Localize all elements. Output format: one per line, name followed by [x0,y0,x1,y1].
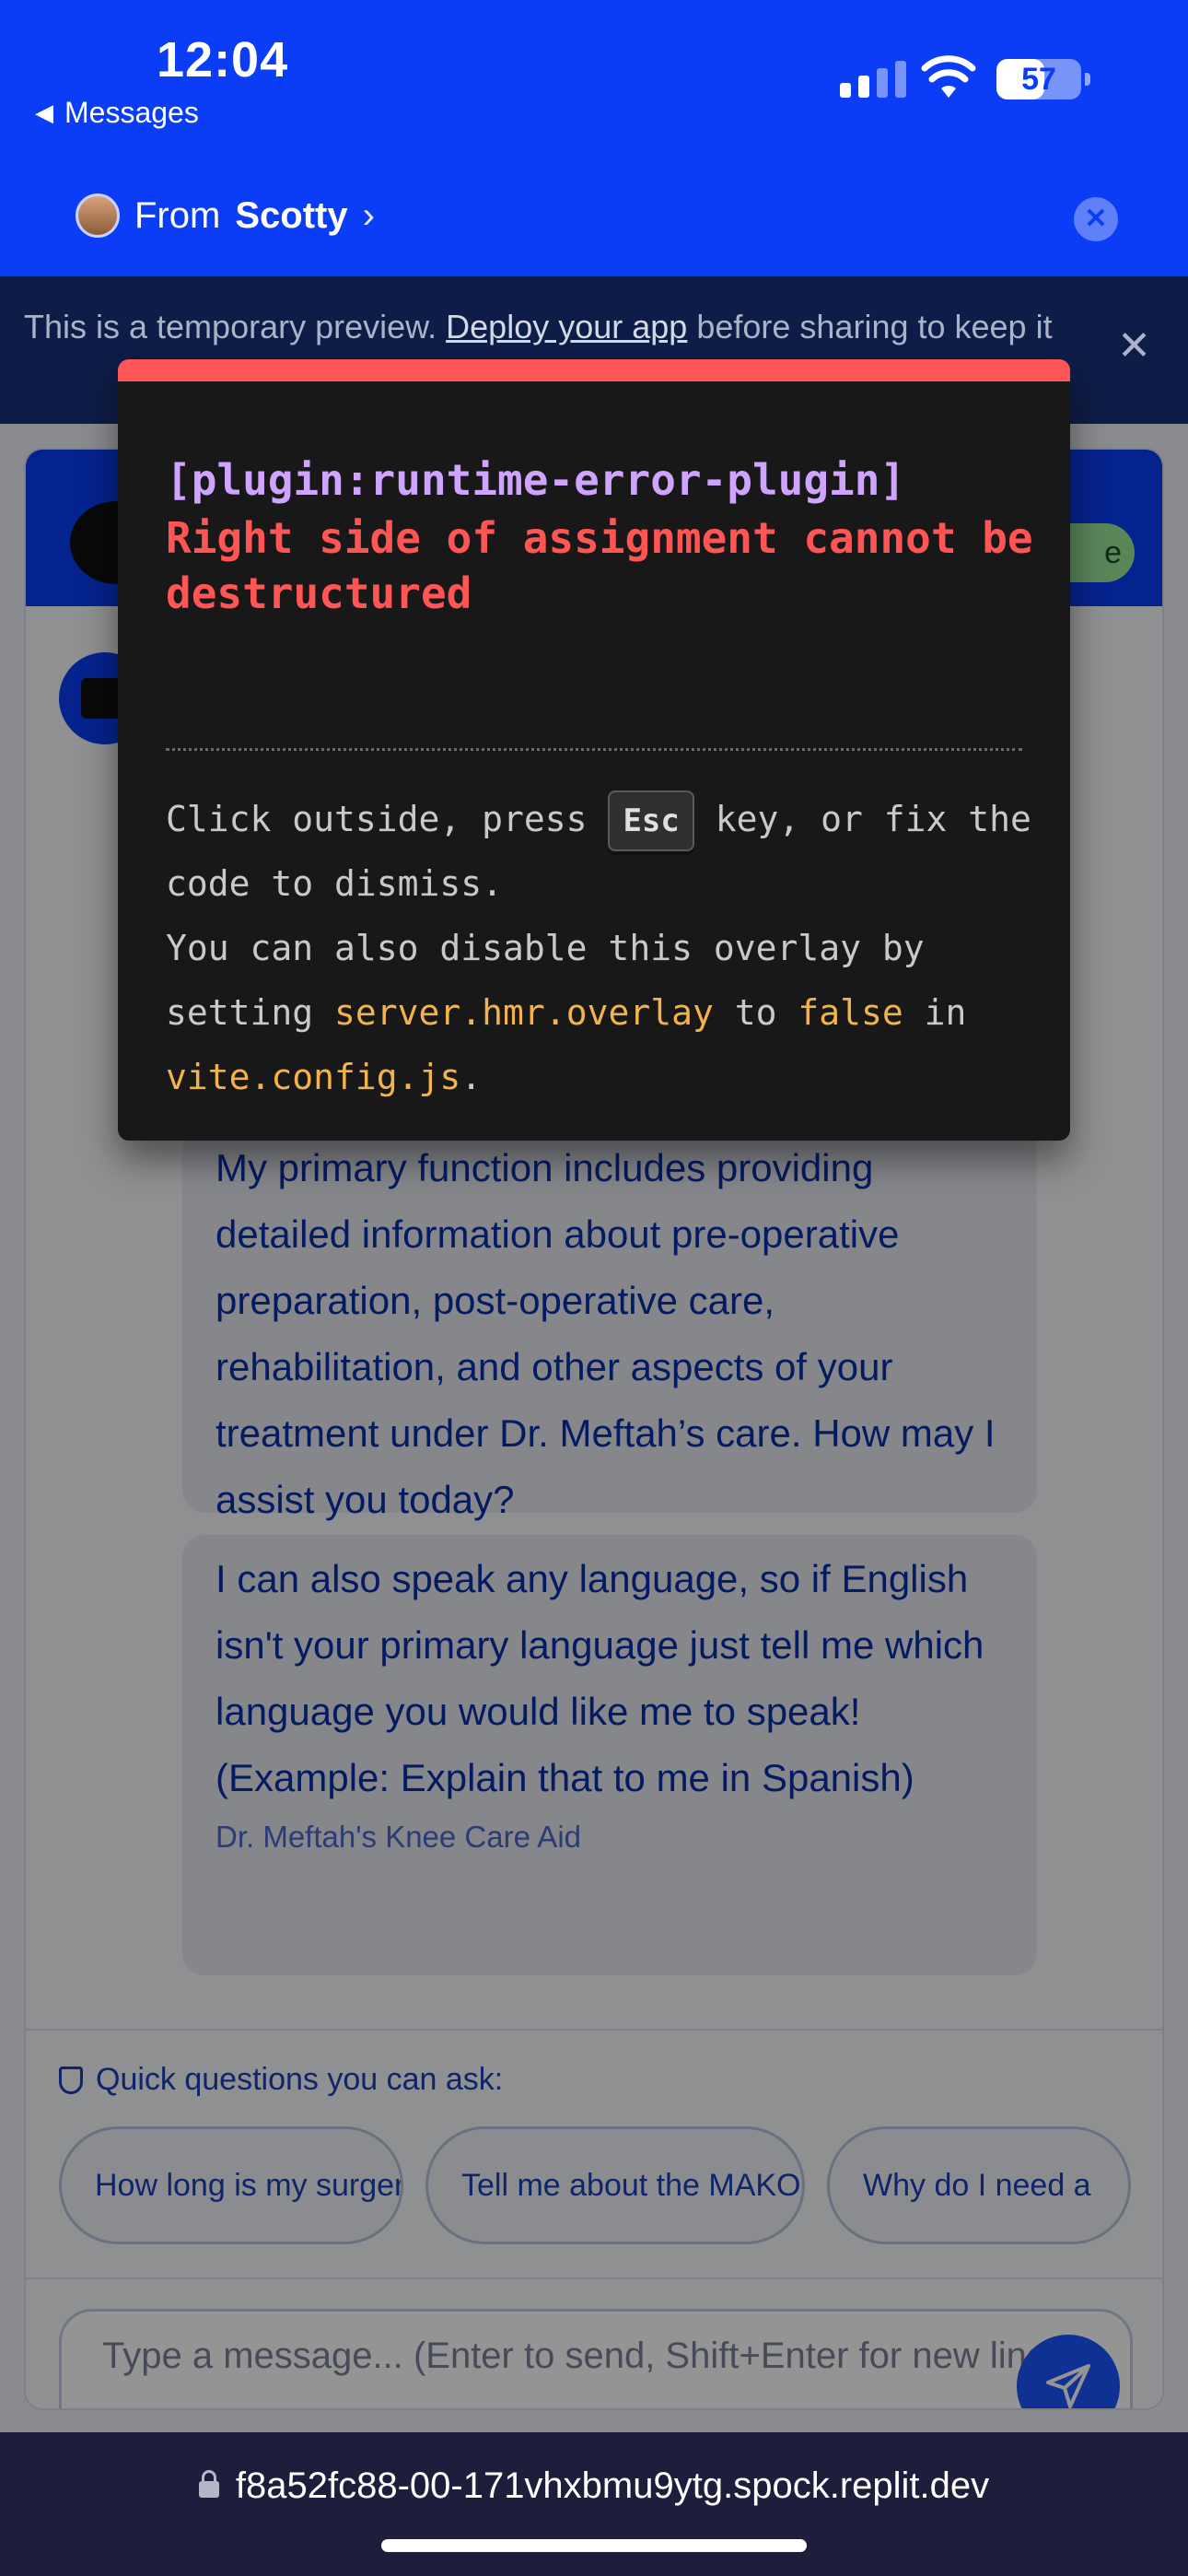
ios-status-bar: 12:04 ◀ Messages 57 From Scotty › ✕ [0,0,1188,276]
battery-icon: 57 [996,59,1090,100]
back-label: Messages [64,96,199,129]
esc-key: Esc [608,790,694,851]
battery-tip [1085,73,1090,86]
banner-text-after: before sharing to keep it [687,308,1053,345]
banner-close-icon[interactable]: ✕ [1117,322,1151,369]
home-indicator[interactable] [381,2539,807,2552]
lock-icon [198,2470,219,2498]
url-text: f8a52fc88-00-171vhxbmu9ytg.spock.replit.… [235,2465,990,2506]
from-name: Scotty [235,194,348,236]
config-value: false [798,992,903,1033]
error-message: Right side of assignment cannot be destr… [166,513,1033,618]
vite-error-overlay: [plugin:runtime-error-plugin] Right side… [118,359,1070,1141]
close-icon[interactable]: ✕ [1074,197,1118,241]
divider [166,748,1022,751]
error-plugin-name: [plugin:runtime-error-plugin] [166,455,906,505]
avatar [76,193,120,238]
tip-text: to [713,992,798,1033]
from-prefix: From [134,194,221,236]
back-to-messages-button[interactable]: ◀ Messages [35,96,199,130]
safari-url-bar[interactable]: f8a52fc88-00-171vhxbmu9ytg.spock.replit.… [0,2432,1188,2576]
url-display[interactable]: f8a52fc88-00-171vhxbmu9ytg.spock.replit.… [0,2465,1188,2507]
tip-text: Click outside, press [166,799,609,839]
battery-percent: 57 [1021,62,1056,97]
chevron-right-icon: › [362,194,375,236]
cellular-signal-icon [840,61,906,98]
banner-text: This is a temporary preview. Deploy your… [24,302,1055,352]
clock: 12:04 [157,32,289,88]
wifi-icon [921,55,976,98]
error-tip: Click outside, press Esc key, or fix the… [166,787,1041,1109]
banner-text-before: This is a temporary preview. [24,308,447,345]
config-file: vite.config.js [166,1057,461,1097]
from-contact-link[interactable]: From Scotty › [76,193,375,238]
config-key: server.hmr.overlay [334,992,714,1033]
back-triangle-icon: ◀ [35,99,53,126]
tip-text: . [460,1057,483,1097]
deploy-app-link[interactable]: Deploy your app [446,308,687,345]
tip-text: in [903,992,967,1033]
